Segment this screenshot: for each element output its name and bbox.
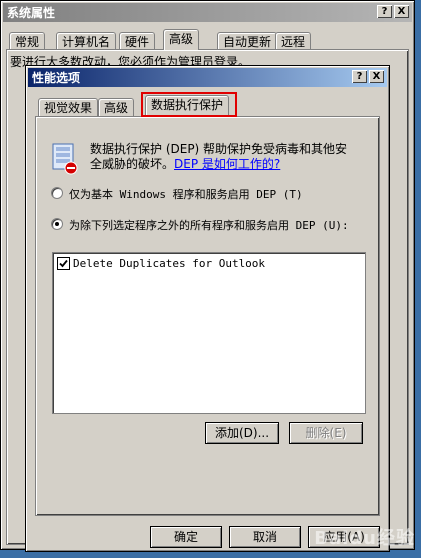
performance-options-title: 性能选项 xyxy=(32,71,81,85)
tab-auto-update[interactable]: 自动更新 xyxy=(217,32,278,50)
tab-visual-effects[interactable]: 视觉效果 xyxy=(38,98,99,116)
radio-basic-windows[interactable] xyxy=(51,187,63,199)
dep-shield-icon xyxy=(50,143,80,175)
dep-panel: 数据执行保护 (DEP) 帮助保护免受病毒和其他安 全威胁的破坏。DEP 是如何… xyxy=(35,116,380,516)
radio-all-except-selected-label: 为除下列选定程序之外的所有程序和服务启用 DEP (U): xyxy=(69,219,349,232)
help-icon[interactable]: ? xyxy=(377,5,392,18)
list-item[interactable]: Delete Duplicates for Outlook xyxy=(57,257,265,270)
tab-general[interactable]: 常规 xyxy=(9,32,46,50)
radio-all-except-selected[interactable] xyxy=(51,218,63,230)
cancel-button[interactable]: 取消 xyxy=(229,526,301,548)
tab-computer-name[interactable]: 计算机名 xyxy=(56,32,117,50)
performance-options-dialog: 性能选项 ? X 视觉效果 高级 数据执行保护 数据执行保护 (DEP) 帮助保… xyxy=(25,65,390,552)
baidu-watermark: Baidu经验 xyxy=(314,528,415,549)
program-name: Delete Duplicates for Outlook xyxy=(73,257,266,270)
add-button[interactable]: 添加(D)... xyxy=(205,422,279,444)
radio-basic-windows-label: 仅为基本 Windows 程序和服务启用 DEP (T) xyxy=(69,188,303,201)
program-list[interactable]: Delete Duplicates for Outlook xyxy=(52,252,366,414)
close-icon[interactable]: X xyxy=(394,5,409,18)
tab-advanced[interactable]: 高级 xyxy=(98,98,135,116)
tab-remote[interactable]: 远程 xyxy=(275,32,312,50)
tab-advanced[interactable]: 高级 xyxy=(163,29,200,50)
checkbox-checked-icon[interactable] xyxy=(57,257,70,270)
dep-help-link[interactable]: DEP 是如何工作的? xyxy=(174,157,280,171)
ok-button[interactable]: 确定 xyxy=(150,526,222,548)
performance-options-titlebar: 性能选项 ? X xyxy=(28,68,387,87)
close-icon[interactable]: X xyxy=(369,70,384,83)
system-properties-titlebar: 系统属性 ? X xyxy=(3,3,412,22)
highlight-box xyxy=(141,92,237,117)
help-icon[interactable]: ? xyxy=(352,70,367,83)
remove-button: 删除(E) xyxy=(289,422,363,444)
tab-hardware[interactable]: 硬件 xyxy=(119,32,156,50)
system-properties-title: 系统属性 xyxy=(7,6,56,20)
dep-description: 数据执行保护 (DEP) 帮助保护免受病毒和其他安 全威胁的破坏。DEP 是如何… xyxy=(90,142,348,171)
